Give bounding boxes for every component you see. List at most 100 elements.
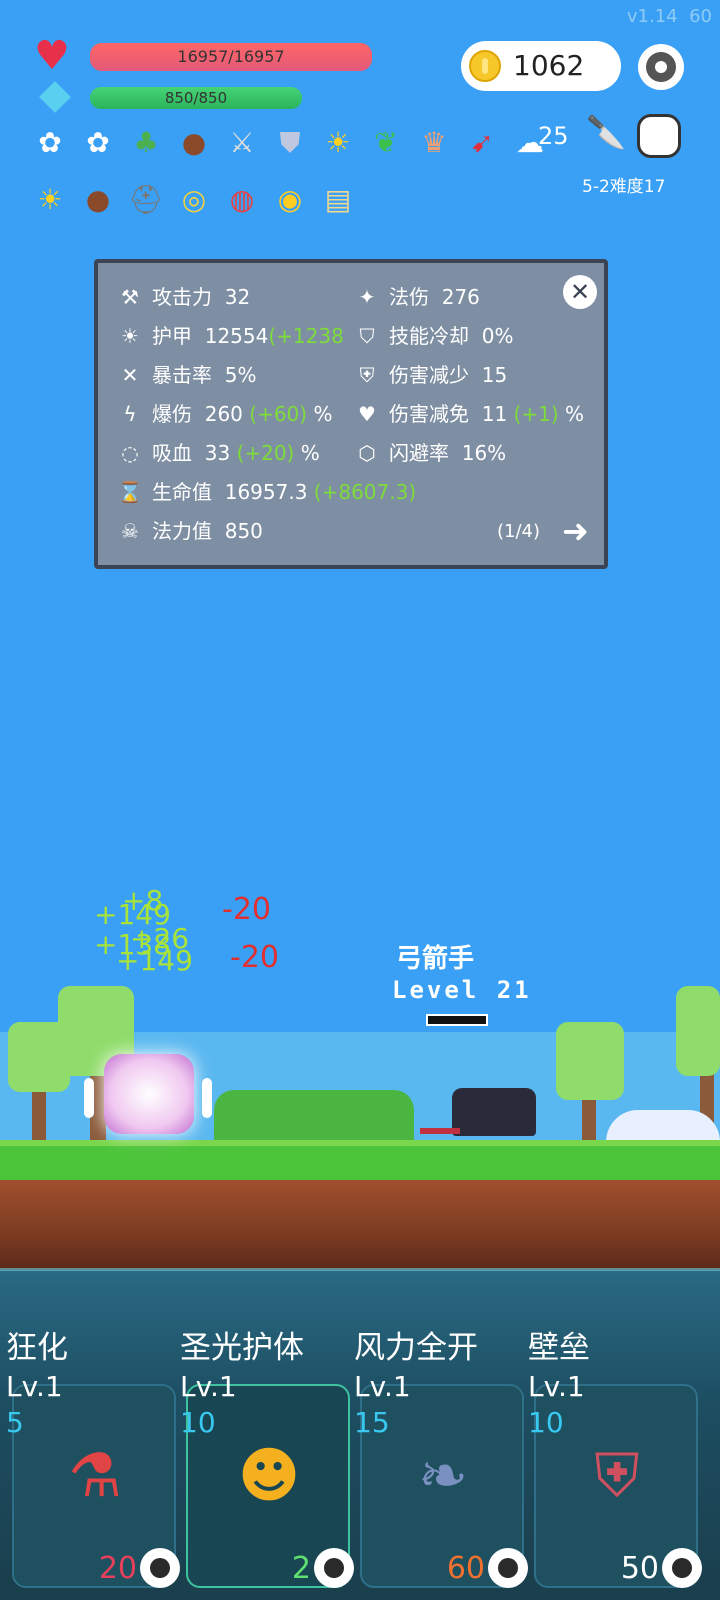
grass-ground [0, 1140, 720, 1180]
skill-charge-count: 60 [446, 1551, 485, 1586]
heart-icon: ♥ [34, 33, 70, 79]
tree [556, 1022, 624, 1100]
stat-dodge: ⬡ 闪避率 16% [353, 437, 506, 466]
helmet-icon[interactable]: ⛑ [127, 181, 165, 219]
skill-name: 壁垒 [528, 1330, 590, 1366]
enemy-level: Level 21 [392, 976, 532, 1004]
tree [676, 986, 720, 1076]
stat-mp: ☠ 法力值 850 [116, 515, 263, 544]
damage-number: -20 [230, 940, 279, 975]
potted-plant-icon[interactable]: ❦ [367, 124, 405, 162]
snowy-hill [606, 1110, 720, 1142]
stats-page-indicator: (1/4) [497, 521, 541, 542]
stat-crit-damage: ϟ 爆伤 260 (+60) % [116, 398, 332, 427]
sword-icon[interactable]: ⚔ [223, 124, 261, 162]
skill-level: Lv.1 [180, 1370, 237, 1403]
shield-heart-icon: ⛨ [359, 363, 375, 387]
enemy-hp-bar [426, 1014, 488, 1026]
scroll-icon[interactable]: ▤ [319, 181, 357, 219]
stat-crit-rate: ✕ 暴击率 5% [116, 359, 257, 388]
stat-hp: ⌛ 生命值 16957.3 (+8607.3) [117, 480, 417, 504]
stat-magic: ✦ 法伤 276 [353, 281, 480, 310]
next-page-arrow-icon[interactable]: ➜ [562, 512, 589, 550]
stat-damage-reduce: ⛨ 伤害减少 15 [353, 359, 508, 388]
potion-icon: ⚗ [68, 1441, 122, 1511]
egg-icon[interactable]: ◉ [271, 181, 309, 219]
sun-icon[interactable]: ☀ [31, 181, 69, 219]
cooldown-icon [488, 1548, 528, 1588]
heal-number: +149 [116, 944, 193, 977]
skill-name: 圣光护体 [180, 1330, 304, 1366]
crossed-swords-icon: ✕ [121, 363, 139, 387]
settings-button[interactable] [638, 44, 684, 90]
stage-label: 5-2难度17 [582, 177, 666, 197]
cooldown-icon [140, 1548, 180, 1588]
axe-icon: ⚒ [121, 285, 139, 309]
bush [214, 1090, 414, 1142]
horned-skull-icon: ☠ [121, 519, 139, 543]
mushroom-icon[interactable]: ● [79, 181, 117, 219]
lightning-icon: ϟ [123, 402, 137, 426]
light-aura [84, 1078, 94, 1118]
skill-level: Lv.1 [6, 1370, 63, 1403]
gem-icon: ⬡ [358, 441, 376, 465]
skill-level: Lv.1 [354, 1370, 411, 1403]
skill-cost: 15 [354, 1406, 390, 1439]
skill-cost: 10 [528, 1406, 564, 1439]
skill-charge-count: 2 [291, 1551, 311, 1586]
dotted-circle-icon: ◌ [121, 441, 139, 465]
sun-icon[interactable]: ☀ [319, 124, 357, 162]
skill-name: 风力全开 [354, 1330, 478, 1366]
stat-damage-immune: ♥ 伤害减免 11 (+1) % [353, 398, 584, 427]
coin-amount: 1062 [513, 49, 585, 82]
feather-icon: ❧ [417, 1441, 469, 1511]
enemy-name: 弓箭手 [396, 944, 475, 974]
skill-charge-count: 20 [98, 1551, 137, 1586]
sapling-icon[interactable]: ♣ [127, 124, 165, 162]
mana-crystal-icon [39, 81, 71, 113]
shield-icon[interactable]: ⛊ [271, 124, 309, 162]
coin-counter: 1062 [461, 41, 621, 91]
shield-check-icon: ⛉ [359, 324, 375, 348]
item-count-badge: 25 [538, 122, 569, 150]
coin-icon [469, 50, 501, 82]
ring-icon[interactable]: ◎ [175, 181, 213, 219]
cooldown-icon [314, 1548, 354, 1588]
skill-cost: 10 [180, 1406, 216, 1439]
player-character [104, 1054, 194, 1134]
armor-icon: ⛨ [594, 1441, 640, 1511]
heart-icon: ♥ [358, 402, 376, 426]
close-stats-button[interactable]: ✕ [563, 275, 597, 309]
magic-wand-icon: ✦ [358, 285, 376, 309]
damage-number: -20 [222, 892, 271, 927]
hp-bar: 16957/16957 [90, 43, 372, 71]
stat-attack: ⚒ 攻击力 32 [116, 281, 250, 310]
cooldown-icon [662, 1548, 702, 1588]
gear-icon [646, 52, 676, 82]
mp-text: 850/850 [164, 89, 228, 107]
stat-lifesteal: ◌ 吸血 33 (+20) % [116, 437, 319, 466]
skill-charge-count: 50 [620, 1551, 659, 1586]
dirt-ground [0, 1180, 720, 1270]
version-label: v1.14 60 [626, 6, 712, 27]
light-aura [202, 1078, 212, 1118]
sneaker-icon[interactable]: ➹ [463, 124, 501, 162]
pill-icon[interactable]: ◍ [223, 181, 261, 219]
enemy-archer [452, 1088, 536, 1136]
divider [0, 1268, 720, 1271]
skill-level: Lv.1 [528, 1370, 585, 1403]
flower-icon[interactable]: ✿ [31, 124, 69, 162]
stat-armor: ☀ 护甲 12554(+1238 [116, 320, 344, 349]
flower-icon[interactable]: ✿ [79, 124, 117, 162]
skill-name: 狂化 [6, 1330, 68, 1366]
cleaver-icon[interactable]: 🔪 [586, 112, 626, 152]
stat-cooldown: ⛉ 技能冷却 0% [353, 320, 514, 349]
ghost-icon[interactable] [637, 114, 681, 158]
hourglass-icon: ⌛ [117, 480, 143, 504]
mushroom-icon[interactable]: ● [175, 124, 213, 162]
enemy-bow [420, 1128, 460, 1134]
hp-text: 16957/16957 [177, 47, 285, 66]
fps-counter: 60 [689, 6, 712, 27]
crown-icon[interactable]: ♛ [415, 124, 453, 162]
mp-bar: 850/850 [90, 87, 302, 109]
